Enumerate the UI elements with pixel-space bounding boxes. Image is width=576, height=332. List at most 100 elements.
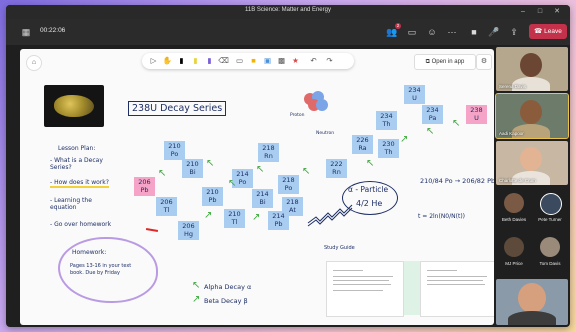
lesson-plan-title: Lesson Plan: bbox=[58, 145, 96, 152]
alpha-arrow-icon: ↖ bbox=[192, 280, 201, 291]
open-in-app-label: Open in app bbox=[431, 59, 465, 65]
lesson-item: - What is a Decay Series? bbox=[50, 157, 103, 171]
sticky-note[interactable]: 234 U bbox=[404, 85, 425, 104]
participant-avatar-tile[interactable]: Beth Davies bbox=[496, 189, 532, 229]
participant-tile[interactable] bbox=[496, 279, 568, 325]
highlighter-icon[interactable]: ▮ bbox=[190, 55, 201, 67]
window-title: 11B Science: Matter and Energy bbox=[245, 7, 331, 13]
leave-button[interactable]: ☎ Leave bbox=[529, 24, 567, 39]
decay-series-title: 238U Decay Series bbox=[128, 101, 227, 116]
participant-tile-active-speaker[interactable]: Aadi Kapoor bbox=[495, 93, 569, 139]
decay-arrow-icon: ↗ bbox=[252, 212, 261, 223]
participant-tile[interactable]: Serena Davis bbox=[496, 47, 568, 91]
reactions-icon[interactable]: ☺ bbox=[426, 25, 438, 39]
study-guide-page-1[interactable] bbox=[326, 261, 404, 317]
sticky-note[interactable]: 214 Bi bbox=[252, 189, 273, 208]
avatar bbox=[540, 193, 562, 215]
decay-arrow-icon: ↖ bbox=[256, 164, 265, 175]
neutron-label: Neutron bbox=[316, 131, 335, 136]
sticky-note[interactable]: 214 Pb bbox=[268, 211, 289, 230]
sticky-note[interactable]: 222 Rn bbox=[326, 159, 347, 178]
decay-arrow-icon: ↖ bbox=[302, 166, 311, 177]
ruler-icon[interactable]: ▭ bbox=[234, 55, 245, 67]
grid-icon[interactable]: ▦ bbox=[20, 25, 32, 39]
half-life-equation: t = 2ln(N0/N(t)) bbox=[418, 213, 466, 220]
sticky-note[interactable]: 234 Pa bbox=[422, 105, 443, 124]
whiteboard-canvas[interactable]: ⌂ ▷ ✋ ▮ ▮ ▮ ⌫ ▭ ■ ▣ ▩ ★ ↶ ↷ ⧉ Open in ap… bbox=[20, 49, 494, 325]
lesson-item: - Go over homework bbox=[50, 221, 112, 228]
select-icon[interactable]: ▷ bbox=[148, 55, 159, 67]
participant-name: Charlotte de Crum bbox=[499, 178, 536, 183]
red-underline bbox=[145, 227, 159, 233]
sticky-note[interactable]: 206 Tl bbox=[156, 197, 177, 216]
uranium-ore-image bbox=[44, 85, 104, 127]
sticky-note[interactable]: 206 Pb bbox=[134, 177, 155, 196]
sticky-note[interactable]: 210 Tl bbox=[224, 209, 245, 228]
sticky-note[interactable]: 226 Ra bbox=[352, 135, 373, 154]
homework-title: Homework: bbox=[72, 249, 107, 256]
avatar bbox=[504, 193, 524, 213]
alpha-particle-circle bbox=[342, 181, 398, 215]
lesson-item: - Learning the equation bbox=[50, 197, 92, 211]
camera-icon[interactable]: ■ bbox=[468, 25, 480, 39]
meeting-toolbar: ▦ 00:22:06 👥 2 ▭ ☺ ⋯ ■ 🎤 ⇪ ☎ Leave bbox=[6, 19, 570, 45]
image-icon[interactable]: ▩ bbox=[276, 55, 287, 67]
pen-purple-icon[interactable]: ▮ bbox=[204, 55, 215, 67]
participant-name: Pete Turner bbox=[538, 217, 562, 222]
beta-decay-label: Beta Decay β bbox=[204, 297, 248, 305]
participant-avatar-tile[interactable]: Pete Turner bbox=[532, 189, 568, 229]
open-in-app-button[interactable]: ⧉ Open in app bbox=[414, 54, 476, 70]
whiteboard-tools: ▷ ✋ ▮ ▮ ▮ ⌫ ▭ ■ ▣ ▩ ★ ↶ ↷ bbox=[142, 53, 354, 69]
sticky-note[interactable]: 218 Po bbox=[278, 175, 299, 194]
study-guide-label: Study Guide bbox=[324, 245, 355, 251]
redo-icon[interactable]: ↷ bbox=[324, 55, 335, 67]
participant-avatar-tile[interactable]: Tom Davis bbox=[532, 233, 568, 273]
decay-arrow-icon: ↖ bbox=[452, 118, 461, 129]
page-gap bbox=[404, 261, 420, 315]
more-icon[interactable]: ⋯ bbox=[446, 25, 458, 39]
participant-avatar-tile[interactable]: MJ Price bbox=[496, 233, 532, 273]
share-screen-icon[interactable]: ⇪ bbox=[508, 25, 520, 39]
decay-arrow-icon: ↗ bbox=[400, 134, 409, 145]
participant-name: Aadi Kapoor bbox=[499, 131, 524, 136]
sticky-note[interactable]: 238 U bbox=[466, 105, 487, 124]
sticky-note-icon[interactable]: ■ bbox=[248, 55, 259, 67]
settings-icon[interactable]: ⚙ bbox=[476, 54, 492, 70]
people-icon[interactable]: 👥 2 bbox=[386, 23, 401, 39]
close-button[interactable]: ✕ bbox=[550, 6, 564, 18]
sticky-note[interactable]: 210 Bi bbox=[182, 159, 203, 178]
pen-black-icon[interactable]: ▮ bbox=[176, 55, 187, 67]
sticky-note[interactable]: 210 Po bbox=[164, 141, 185, 160]
participant-name: Beth Davies bbox=[501, 217, 527, 222]
meeting-timer: 00:22:06 bbox=[40, 27, 66, 34]
microphone-icon[interactable]: 🎤 bbox=[488, 25, 500, 39]
title-bar: 11B Science: Matter and Energy – □ ✕ bbox=[6, 5, 570, 19]
sticky-note[interactable]: 230 Th bbox=[378, 139, 399, 158]
decay-arrow-icon: ↖ bbox=[426, 126, 435, 137]
decay-arrow-icon: ↗ bbox=[204, 210, 213, 221]
beta-arrow-icon: ↗ bbox=[192, 294, 201, 305]
participant-tile[interactable]: Charlotte de Crum bbox=[496, 141, 568, 185]
sticky-note[interactable]: 234 Th bbox=[376, 111, 397, 130]
study-guide-page-2[interactable] bbox=[420, 261, 494, 317]
participant-name: MJ Price bbox=[505, 261, 523, 266]
people-badge: 2 bbox=[395, 23, 401, 29]
sticky-note[interactable]: 218 Rn bbox=[258, 143, 279, 162]
phone-hangup-icon: ☎ bbox=[534, 28, 543, 35]
decay-arrow-icon: ↖ bbox=[206, 158, 215, 169]
reaction-icon[interactable]: ★ bbox=[290, 55, 301, 67]
sticky-note[interactable]: 210 Pb bbox=[202, 187, 223, 206]
maximize-button[interactable]: □ bbox=[533, 6, 547, 18]
sticky-note[interactable]: 206 Hg bbox=[178, 221, 199, 240]
undo-icon[interactable]: ↶ bbox=[308, 55, 319, 67]
hand-icon[interactable]: ✋ bbox=[162, 55, 173, 67]
minimize-button[interactable]: – bbox=[516, 6, 530, 18]
decay-arrow-icon: ↖ bbox=[366, 158, 375, 169]
chat-icon[interactable]: ▭ bbox=[406, 25, 418, 39]
eraser-icon[interactable]: ⌫ bbox=[218, 55, 229, 67]
participant-name: Tom Davis bbox=[539, 261, 561, 266]
text-icon[interactable]: ▣ bbox=[262, 55, 273, 67]
leave-label: Leave bbox=[544, 28, 562, 35]
lesson-item: - How does it work? bbox=[50, 179, 109, 188]
home-icon[interactable]: ⌂ bbox=[26, 55, 42, 71]
